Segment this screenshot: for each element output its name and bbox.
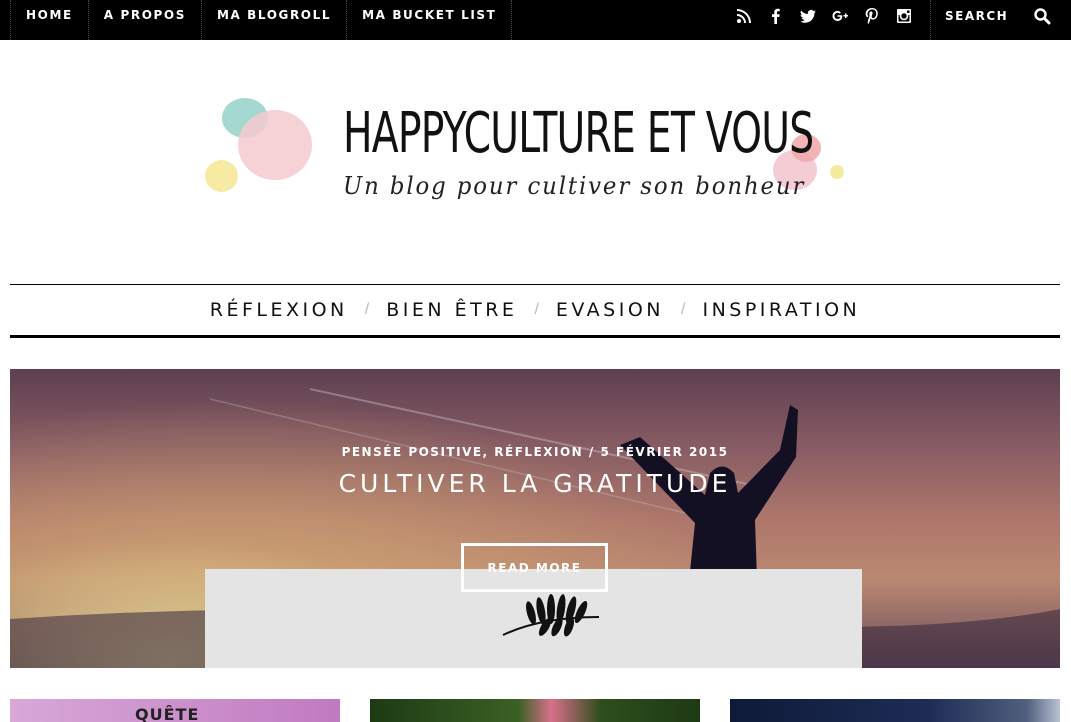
top-nav-bucket-list[interactable]: MA BUCKET LIST [347,0,513,40]
category-inspiration[interactable]: INSPIRATION [702,299,860,321]
twitter-icon[interactable] [792,0,824,32]
category-navigation: RÉFLEXION / BIEN ÊTRE / EVASION / INSPIR… [10,284,1060,338]
logo-dot-pink-large [238,110,312,180]
site-logo[interactable]: HAPPYCULTURE ET VOUS Un blog pour cultiv… [200,90,860,230]
site-title: HAPPYCULTURE ET VOUS [343,101,814,166]
search-icon[interactable] [1033,7,1051,25]
instagram-icon[interactable] [888,0,920,32]
category-separator: / [534,301,539,318]
featured-post[interactable]: PENSÉE POSITIVE, RÉFLEXION / 5 FÉVRIER 2… [10,369,1060,668]
pinterest-icon[interactable] [856,0,888,32]
top-nav-blogroll[interactable]: MA BLOGROLL [202,0,348,40]
facebook-icon[interactable] [760,0,792,32]
post-thumbnail[interactable]: QUÊTE [10,699,340,722]
post-thumbnail[interactable] [370,699,700,722]
category-separator: / [364,301,370,318]
category-evasion[interactable]: EVASION [556,299,664,321]
google-plus-icon[interactable] [824,0,856,32]
category-separator: / [681,301,686,318]
thumbnail-text: QUÊTE [135,705,200,722]
top-nav-home[interactable]: HOME [10,0,89,40]
social-links [728,0,920,40]
top-navigation: HOME A PROPOS MA BLOGROLL MA BUCKET LIST [10,0,513,40]
logo-dot-yellow [205,160,238,192]
search-box [930,0,1071,40]
site-tagline: Un blog pour cultiver son bonheur [343,172,806,200]
post-title[interactable]: CULTIVER LA GRATITUDE [10,469,1060,498]
top-bar: HOME A PROPOS MA BLOGROLL MA BUCKET LIST [0,0,1071,40]
rss-icon[interactable] [728,0,760,32]
post-categories[interactable]: PENSÉE POSITIVE, RÉFLEXION [342,445,584,459]
search-input[interactable] [945,6,1035,26]
top-nav-a-propos[interactable]: A PROPOS [89,0,202,40]
category-bien-etre[interactable]: BIEN ÊTRE [386,299,517,321]
category-reflexion[interactable]: RÉFLEXION [210,299,348,321]
post-date: 5 FÉVRIER 2015 [600,445,729,459]
logo-dot-yellow-right [830,165,844,179]
leaf-logo-icon [502,594,600,637]
meta-separator: / [588,445,595,459]
post-thumbnail[interactable] [730,699,1060,722]
post-meta: PENSÉE POSITIVE, RÉFLEXION / 5 FÉVRIER 2… [10,445,1060,459]
read-more-button[interactable]: READ MORE [461,543,608,592]
